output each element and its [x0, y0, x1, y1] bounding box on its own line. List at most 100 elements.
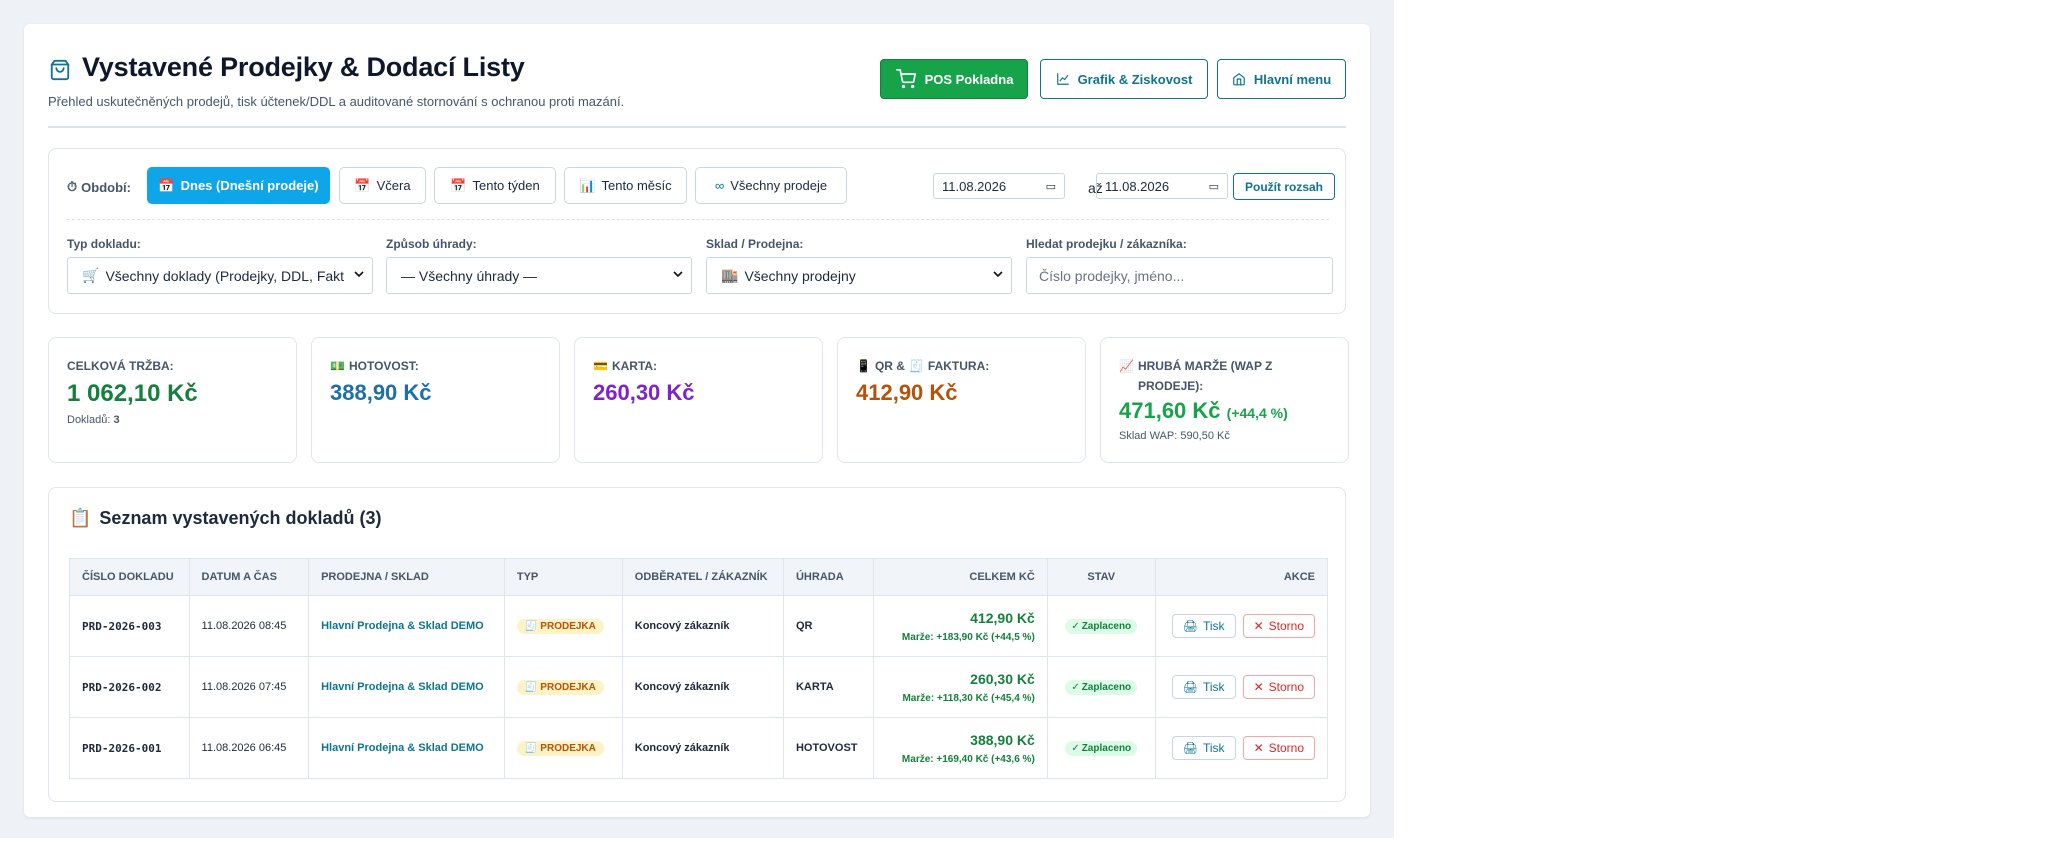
col-status: STAV — [1046, 558, 1156, 596]
period-label: ⏱ Období: — [67, 179, 131, 195]
date-from-input[interactable]: 11.08.2026 ▭ — [933, 173, 1065, 199]
doc-number: PRD-2026-003 — [69, 595, 190, 657]
trend-chart-icon: 📈 — [1119, 359, 1134, 373]
stat-cash: 💵 HOTOVOST: 388,90 Kč — [311, 337, 560, 463]
printer-icon: 🖨 — [1182, 619, 1198, 633]
main-menu-button-label: Hlavní menu — [1253, 71, 1332, 87]
cancel-button[interactable]: ✕ Storno — [1242, 736, 1315, 760]
period-today-button[interactable]: 📅 Dnes (Dnešní prodeje) — [147, 167, 330, 204]
doc-total-cell: 260,30 Kč Marže: +118,30 Kč (+45,4 %) — [872, 656, 1048, 718]
close-icon: ✕ — [1253, 680, 1264, 694]
stat-margin-value: 471,60 Kč (+44,4 %) — [1119, 398, 1288, 423]
close-icon: ✕ — [1253, 741, 1264, 755]
doc-total-cell: 412,90 Kč Marže: +183,90 Kč (+44,5 %) — [872, 595, 1048, 657]
calendar-picker-icon[interactable]: ▭ — [1046, 180, 1056, 193]
doc-margin: Marže: +118,30 Kč (+45,4 %) — [902, 692, 1035, 704]
calendar-icon: 📅 — [354, 177, 371, 193]
receipt-icon: 🧾 — [524, 742, 538, 754]
doc-number: PRD-2026-002 — [69, 656, 190, 718]
pos-button[interactable]: POS Pokladna — [880, 59, 1028, 99]
doc-type-select[interactable]: 🛒 Všechny doklady (Prodejky, DDL, Fakt — [67, 257, 373, 294]
date-to-input[interactable]: 11.08.2026 ▭ — [1096, 173, 1228, 199]
status-badge: ✓ Zaplaceno — [1065, 740, 1138, 756]
chevron-down-icon — [354, 271, 364, 278]
col-payment: ÚHRADA — [782, 558, 874, 596]
doc-datetime: 11.08.2026 07:45 — [188, 656, 310, 718]
filter-divider — [67, 219, 1329, 220]
store-icon: 🏬 — [721, 267, 739, 283]
period-month-button[interactable]: 📊 Tento měsíc — [564, 167, 687, 204]
status-badge: ✓ Zaplaceno — [1065, 679, 1138, 695]
period-all-button[interactable]: ∞ Všechny prodeje — [695, 167, 847, 204]
receipt-icon: 🧾 — [524, 681, 538, 693]
stat-total-revenue: CELKOVÁ TRŽBA: 1 062,10 Kč Dokladů: 3 — [48, 337, 297, 463]
doc-total-cell: 388,90 Kč Marže: +169,40 Kč (+43,6 %) — [872, 717, 1048, 779]
payment-select[interactable]: — Všechny úhrady — — [386, 257, 692, 294]
period-week-button[interactable]: 📅 Tento týden — [434, 167, 556, 204]
col-store: PRODEJNA / SKLAD — [308, 558, 505, 596]
graph-profit-button-label: Grafik & Ziskovost — [1077, 71, 1193, 87]
chevron-down-icon — [993, 271, 1003, 278]
table-row: PRD-2026-003 11.08.2026 08:45 Hlavní Pro… — [69, 595, 1329, 657]
col-actions: AKCE — [1154, 558, 1329, 596]
table-header-row: ČÍSLO DOKLADU DATUM A ČAS PRODEJNA / SKL… — [69, 558, 1329, 596]
stat-cash-value: 388,90 Kč — [330, 380, 432, 405]
search-input[interactable]: Číslo prodejky, jméno... — [1026, 257, 1333, 294]
table-row: PRD-2026-002 11.08.2026 07:45 Hlavní Pro… — [69, 656, 1329, 718]
period-yesterday-button[interactable]: 📅 Včera — [339, 167, 426, 204]
print-button[interactable]: 🖨 Tisk — [1171, 736, 1236, 760]
doc-payment: HOTOVOST — [782, 717, 874, 779]
doc-store-link[interactable]: Hlavní Prodejna & Sklad DEMO — [308, 595, 505, 657]
header-divider — [48, 126, 1346, 128]
calendar-picker-icon[interactable]: ▭ — [1209, 180, 1219, 193]
payment-label: Způsob úhrady: — [386, 237, 477, 251]
doc-customer: Koncový zákazník — [621, 656, 784, 718]
doc-total: 260,30 Kč — [970, 670, 1035, 687]
cancel-button[interactable]: ✕ Storno — [1242, 614, 1315, 638]
apply-range-button[interactable]: Použít rozsah — [1233, 173, 1335, 200]
cart-icon — [895, 69, 916, 89]
doc-datetime: 11.08.2026 08:45 — [188, 595, 310, 657]
doc-type-badge: 🧾 PRODEJKA — [516, 679, 604, 695]
col-total: CELKEM KČ — [872, 558, 1048, 596]
page-subtitle: Přehled uskutečněných prodejů, tisk účte… — [48, 94, 625, 109]
chevron-down-icon — [673, 271, 683, 278]
graph-profit-button[interactable]: Grafik & Ziskovost — [1040, 59, 1208, 99]
printer-icon: 🖨 — [1182, 680, 1198, 694]
store-select[interactable]: 🏬 Všechny prodejny — [706, 257, 1012, 294]
stat-total-value: 1 062,10 Kč — [67, 380, 198, 407]
table-title: 📋 Seznam vystavených dokladů (3) — [69, 508, 382, 528]
page-title: Vystavené Prodejky & Dodací Listy — [82, 52, 525, 82]
doc-customer: Koncový zákazník — [621, 717, 784, 779]
doc-payment: QR — [782, 595, 874, 657]
col-datetime: DATUM A ČAS — [188, 558, 310, 596]
calendar-icon: 📅 — [158, 177, 175, 193]
col-doc-number: ČÍSLO DOKLADU — [69, 558, 190, 596]
receipt-icon: 🧾 — [908, 359, 924, 373]
print-button[interactable]: 🖨 Tisk — [1171, 614, 1236, 638]
doc-store-link[interactable]: Hlavní Prodejna & Sklad DEMO — [308, 656, 505, 718]
calendar-icon: 📅 — [450, 177, 467, 193]
money-icon: 💵 — [330, 359, 345, 373]
status-badge: ✓ Zaplaceno — [1065, 618, 1138, 634]
stat-margin-pct: (+44,4 %) — [1226, 405, 1288, 421]
stat-card-label: 💳 KARTA: — [593, 356, 804, 376]
receipt-icon: 🧾 — [524, 620, 538, 632]
bar-chart-icon: 📊 — [579, 177, 596, 193]
stat-qr-label: 📱 QR & 🧾 FAKTURA: — [856, 356, 1067, 376]
doc-datetime: 11.08.2026 06:45 — [188, 717, 310, 779]
doc-margin: Marže: +183,90 Kč (+44,5 %) — [901, 631, 1035, 643]
doc-customer: Koncový zákazník — [621, 595, 784, 657]
cancel-button[interactable]: ✕ Storno — [1242, 675, 1315, 699]
stat-card: 💳 KARTA: 260,30 Kč — [574, 337, 823, 463]
stat-qr-invoice: 📱 QR & 🧾 FAKTURA: 412,90 Kč — [837, 337, 1086, 463]
doc-type-badge: 🧾 PRODEJKA — [516, 740, 604, 756]
stat-margin-wap: Sklad WAP: 590,50 Kč — [1119, 430, 1230, 442]
doc-payment: KARTA — [782, 656, 874, 718]
link-icon: ∞ — [714, 178, 725, 193]
doc-store-link[interactable]: Hlavní Prodejna & Sklad DEMO — [308, 717, 505, 779]
main-menu-button[interactable]: Hlavní menu — [1217, 59, 1346, 99]
stat-total-doc-count: Dokladů: 3 — [67, 414, 120, 426]
line-chart-icon — [1056, 73, 1069, 85]
print-button[interactable]: 🖨 Tisk — [1171, 675, 1236, 699]
